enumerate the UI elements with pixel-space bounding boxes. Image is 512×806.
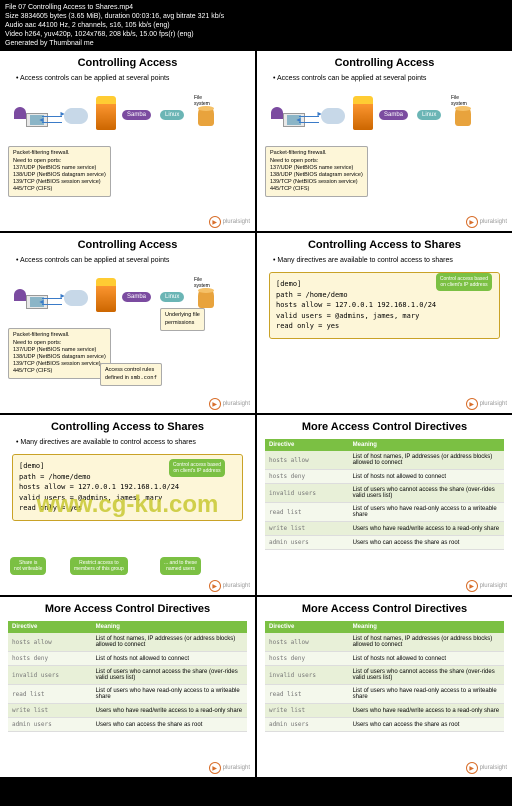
named-users-tag: ... and to thesenamed users [160, 557, 201, 575]
samba-box: Samba [122, 110, 151, 120]
bullet: Many directives are available to control… [16, 439, 247, 446]
ports-callout: Packet-filtering firewall. Need to open … [265, 146, 368, 197]
slide-7: More Access Control Directives Directive… [0, 597, 255, 777]
slide-5: Controlling Access to Shares Many direct… [0, 415, 255, 595]
slide-title: More Access Control Directives [265, 421, 504, 433]
slide-1: Controlling Access Access controls can b… [0, 51, 255, 231]
slide-6: More Access Control Directives Directive… [257, 415, 512, 595]
slide-title: Controlling Access to Shares [8, 421, 247, 433]
slide-title: Controlling Access [8, 57, 247, 69]
directives-table: DirectiveMeaning hosts allowList of host… [265, 621, 504, 732]
directives-table: DirectiveMeaning hosts allowList of host… [265, 439, 504, 550]
linux-box: Linux [160, 110, 184, 120]
bullet: Many directives are available to control… [273, 257, 504, 264]
slide-4: Controlling Access to Shares Many direct… [257, 233, 512, 413]
ip-control-tag: Control access basedon client's IP addre… [436, 273, 492, 291]
database-icon [198, 108, 214, 126]
directives-table: DirectiveMeaning hosts allowList of host… [8, 621, 247, 732]
ip-control-tag: Control access basedon client's IP addre… [169, 459, 225, 477]
filesystem-label: Filesystem [194, 95, 210, 107]
brand-logo: pluralsight [209, 216, 250, 228]
slide-title: Controlling Access [8, 239, 247, 251]
slide-title: Controlling Access to Shares [265, 239, 504, 251]
thumbnail-grid: Controlling Access Access controls can b… [0, 51, 512, 777]
ports-callout: Packet-filtering firewall. Need to open … [8, 146, 111, 197]
bullet: Access controls can be applied at severa… [273, 75, 504, 82]
firewall-icon [96, 102, 116, 130]
slide-3: Controlling Access Access controls can b… [0, 233, 255, 413]
filepermissions-callout: Underlying filepermissions [160, 308, 205, 330]
slide-title: More Access Control Directives [265, 603, 504, 615]
file-name: File 07 Controlling Access to Shares.mp4 [5, 3, 507, 12]
not-writeable-tag: Share isnot writeable [10, 557, 46, 575]
file-video: Video h264, yuv420p, 1024x768, 208 kb/s,… [5, 30, 507, 39]
file-audio: Audio aac 44100 Hz, 2 channels, s16, 105… [5, 21, 507, 30]
slide-title: More Access Control Directives [8, 603, 247, 615]
cloud-icon [64, 108, 88, 124]
slide-title: Controlling Access [265, 57, 504, 69]
file-size: Size 3834605 bytes (3.65 MiB), duration … [5, 12, 507, 21]
access-rules-callout: Access control rulesdefined in smb.conf [100, 363, 162, 385]
restrict-group-tag: Restrict access tomembers of this group [70, 557, 128, 575]
generator: Generated by Thumbnail me [5, 39, 507, 48]
ports-callout: Packet-filtering firewall. Need to open … [8, 328, 111, 379]
play-icon [209, 216, 221, 228]
file-metadata: File 07 Controlling Access to Shares.mp4… [0, 0, 512, 51]
slide-8: More Access Control Directives Directive… [257, 597, 512, 777]
slide-2: Controlling Access Access controls can b… [257, 51, 512, 231]
bullet: Access controls can be applied at severa… [16, 257, 247, 264]
bullet: Access controls can be applied at severa… [16, 75, 247, 82]
